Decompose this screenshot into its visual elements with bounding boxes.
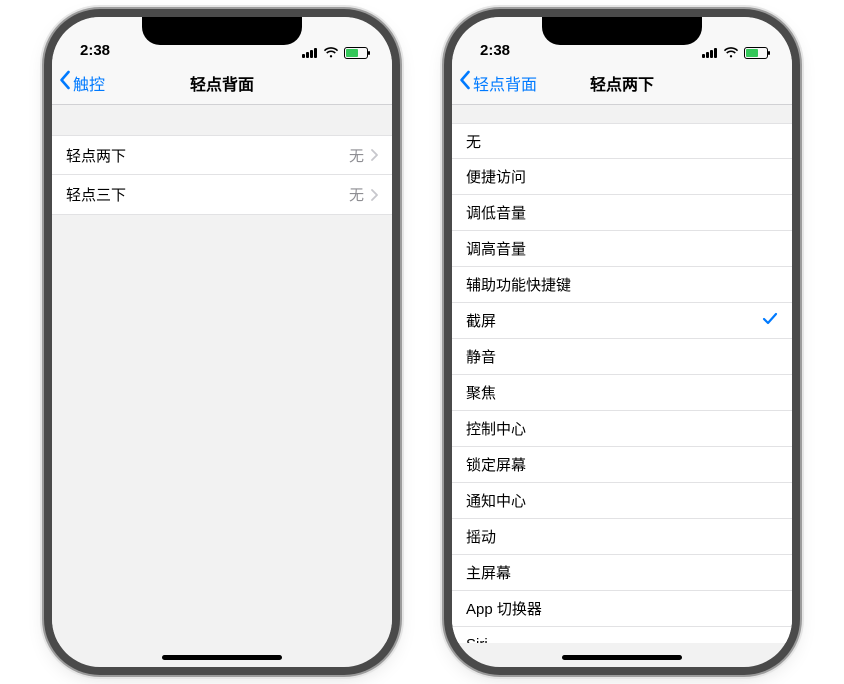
option-row[interactable]: 截屏 xyxy=(452,303,792,339)
chevron-right-icon xyxy=(370,149,378,161)
chevron-right-icon xyxy=(370,189,378,201)
home-indicator[interactable] xyxy=(162,655,282,660)
status-time: 2:38 xyxy=(480,42,510,59)
signal-icon xyxy=(702,48,718,58)
option-row[interactable]: 通知中心 xyxy=(452,483,792,519)
content-area[interactable]: 轻点两下无轻点三下无 xyxy=(52,105,392,643)
nav-bar: 触控 轻点背面 xyxy=(52,61,392,105)
option-row[interactable]: 主屏幕 xyxy=(452,555,792,591)
option-row[interactable]: 调高音量 xyxy=(452,231,792,267)
option-label: 锁定屏幕 xyxy=(466,454,526,475)
row-value: 无 xyxy=(349,184,378,205)
option-label: 摇动 xyxy=(466,526,496,547)
chevron-left-icon xyxy=(58,70,73,95)
status-time: 2:38 xyxy=(80,42,110,59)
option-label: 聚焦 xyxy=(466,382,496,403)
option-label: App 切换器 xyxy=(466,598,542,619)
checkmark-icon xyxy=(762,310,778,331)
wifi-icon xyxy=(323,47,339,59)
back-label: 触控 xyxy=(73,71,105,95)
option-label: 调低音量 xyxy=(466,202,526,223)
chevron-left-icon xyxy=(458,70,473,95)
option-row[interactable]: 控制中心 xyxy=(452,411,792,447)
notch xyxy=(142,17,302,45)
row-label: 轻点三下 xyxy=(66,184,126,205)
option-label: 控制中心 xyxy=(466,418,526,439)
content-area[interactable]: 无便捷访问调低音量调高音量辅助功能快捷键截屏静音聚焦控制中心锁定屏幕通知中心摇动… xyxy=(452,105,792,643)
back-button[interactable]: 轻点背面 xyxy=(458,70,537,95)
back-button[interactable]: 触控 xyxy=(58,70,105,95)
settings-row[interactable]: 轻点三下 无 xyxy=(52,175,392,215)
option-row[interactable]: 调低音量 xyxy=(452,195,792,231)
back-label: 轻点背面 xyxy=(473,71,537,95)
option-row[interactable]: 辅助功能快捷键 xyxy=(452,267,792,303)
option-label: 辅助功能快捷键 xyxy=(466,274,571,295)
option-row[interactable]: 摇动 xyxy=(452,519,792,555)
option-label: 无 xyxy=(466,131,481,152)
option-label: 通知中心 xyxy=(466,490,526,511)
option-label: 截屏 xyxy=(466,310,496,331)
option-row[interactable]: 静音 xyxy=(452,339,792,375)
wifi-icon xyxy=(723,47,739,59)
option-row[interactable]: 便捷访问 xyxy=(452,159,792,195)
option-label: Siri xyxy=(466,636,488,643)
signal-icon xyxy=(302,48,318,58)
option-row[interactable]: 无 xyxy=(452,123,792,159)
row-label: 轻点两下 xyxy=(66,145,126,166)
nav-bar: 轻点背面 轻点两下 xyxy=(452,61,792,105)
notch xyxy=(542,17,702,45)
row-value: 无 xyxy=(349,145,378,166)
option-row[interactable]: App 切换器 xyxy=(452,591,792,627)
option-row[interactable]: 锁定屏幕 xyxy=(452,447,792,483)
option-label: 便捷访问 xyxy=(466,166,526,187)
option-label: 静音 xyxy=(466,346,496,367)
phone-left: 2:38 触控 轻点背面 轻点两下无轻点三下无 xyxy=(52,17,392,667)
option-row[interactable]: Siri xyxy=(452,627,792,643)
battery-icon xyxy=(344,47,368,59)
option-label: 调高音量 xyxy=(466,238,526,259)
option-row[interactable]: 聚焦 xyxy=(452,375,792,411)
phone-right: 2:38 轻点背面 轻点两下 无便捷访问调低音量调高音量辅助功能快捷键截屏静音聚… xyxy=(452,17,792,667)
settings-row[interactable]: 轻点两下 无 xyxy=(52,135,392,175)
battery-icon xyxy=(744,47,768,59)
home-indicator[interactable] xyxy=(562,655,682,660)
option-label: 主屏幕 xyxy=(466,562,511,583)
